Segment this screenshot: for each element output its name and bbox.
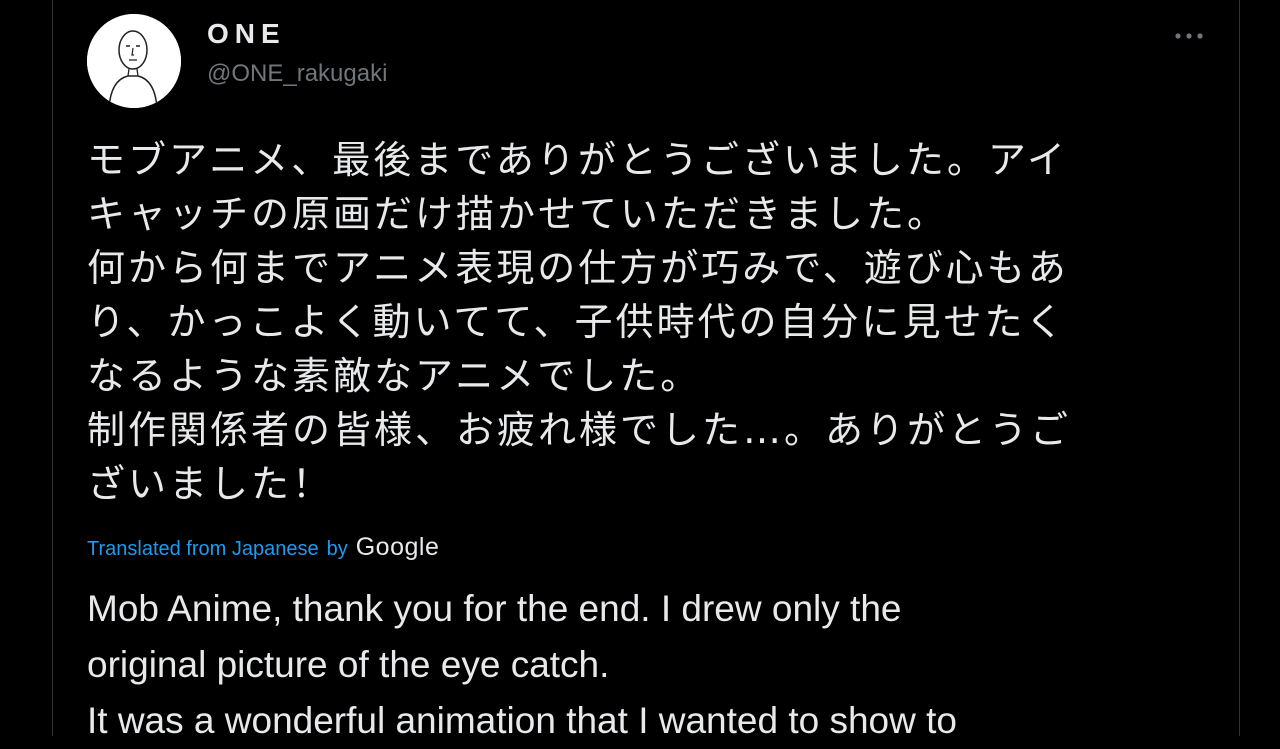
tweet-card[interactable]: ONE @ONE_rakugaki モブアニメ、最後までありがとうございました。… <box>52 0 1240 741</box>
author-handle[interactable]: @ONE_rakugaki <box>207 60 387 88</box>
tweet-translation-text: Mob Anime, thank you for the end. I drew… <box>87 588 957 741</box>
translation-attribution: Translated from Japanese by Google <box>87 533 439 562</box>
more-options-icon <box>1175 33 1203 39</box>
translated-by-label: by <box>326 538 348 560</box>
author-avatar[interactable] <box>87 14 181 108</box>
author-name[interactable]: ONE <box>207 18 286 50</box>
tweet-original-text: モブアニメ、最後までありがとうございました。アイ キャッチの原画だけ描かせていた… <box>87 138 1072 506</box>
translated-from-link[interactable]: Translated from Japanese <box>87 538 319 561</box>
google-logo: Google <box>355 533 440 561</box>
caricature-avatar-icon <box>87 14 181 108</box>
more-options-button[interactable] <box>1171 18 1207 54</box>
